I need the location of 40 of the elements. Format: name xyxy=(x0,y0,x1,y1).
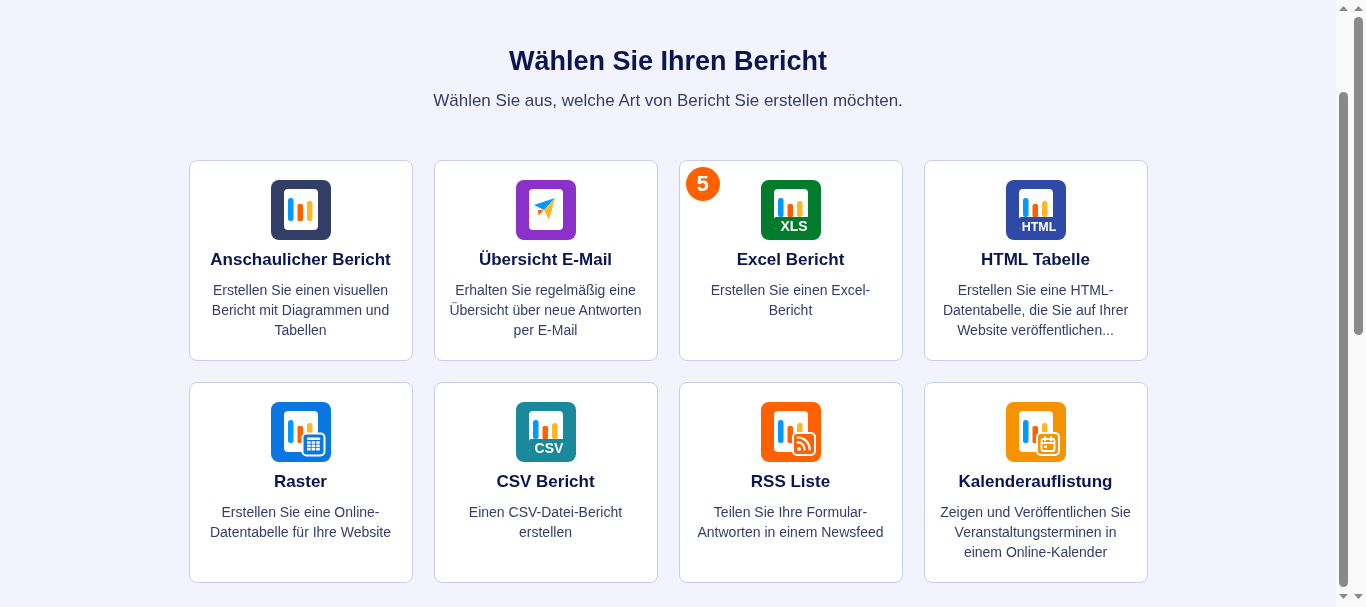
report-card[interactable]: Übersicht E-Mail Erhalten Sie regelmäßig eine Übersicht über neue Antworten per E-Mail xyxy=(433,160,658,361)
card-description: Einen CSV-Datei-Bericht erstellen xyxy=(467,503,624,542)
bar-chart-calendar-icon xyxy=(1005,402,1066,462)
report-card[interactable]: Raster Erstellen Sie eine Online-Datentabelle für Ihre Website xyxy=(188,382,413,583)
bar-chart-rss-icon xyxy=(760,402,821,462)
file-type-label: CSV xyxy=(534,440,563,456)
bar-chart-table-icon xyxy=(270,402,331,462)
card-title: Übersicht E-Mail xyxy=(478,249,613,271)
file-type-label: XLS xyxy=(779,218,808,234)
card-title: CSV Bericht xyxy=(496,471,595,493)
card-title: Kalenderauflistung xyxy=(958,471,1113,493)
card-description: Erstellen Sie eine HTML-Datentabelle, die Sie auf Ihrer Website veröffentlichen... xyxy=(941,281,1130,340)
file-type-label: HTML xyxy=(1021,220,1056,234)
file-chart-icon xyxy=(1005,180,1066,240)
card-description: Teilen Sie Ihre Formular-Antworten in einem Newsfeed xyxy=(696,503,885,542)
card-description: Erstellen Sie einen visuellen Bericht mit Diagrammen und Tabellen xyxy=(210,281,391,340)
report-card[interactable]: HTML HTML Tabelle Erstellen Sie eine HTML-Datentabelle, die Sie auf Ihrer Website veröffentlichen... xyxy=(923,160,1148,361)
file-chart-icon xyxy=(515,402,576,462)
report-card[interactable]: Kalenderauflistung Zeigen und Veröffentlichen Sie Veranstaltungsterminen in einem Online-Kalender xyxy=(923,382,1148,583)
bar-chart-icon xyxy=(270,180,331,240)
report-card[interactable]: CSV CSV Bericht Einen CSV-Datei-Bericht erstellen xyxy=(433,382,658,583)
card-title: Raster xyxy=(274,471,327,493)
card-title: HTML Tabelle xyxy=(981,249,1090,271)
report-card[interactable]: RSS Liste Teilen Sie Ihre Formular-Antworten in einem Newsfeed xyxy=(678,382,903,583)
count-badge: 5 xyxy=(685,167,720,201)
card-description: Erstellen Sie eine Online-Datentabelle für Ihre Website xyxy=(208,503,393,542)
card-title: Excel Bericht xyxy=(736,249,845,271)
report-card[interactable]: 5 XLS Excel Bericht Erstellen Sie einen Excel-Bericht xyxy=(678,160,903,361)
card-description: Erhalten Sie regelmäßig eine Übersicht über neue Antworten per E-Mail xyxy=(448,281,643,340)
page-subtitle: Wählen Sie aus, welche Art von Bericht Sie erstellen möchten. xyxy=(433,90,903,112)
card-title: Anschaulicher Bericht xyxy=(210,249,391,271)
card-title: RSS Liste xyxy=(750,471,831,493)
page-title: Wählen Sie Ihren Bericht xyxy=(508,45,828,78)
card-description: Zeigen und Veröffentlichen Sie Veranstaltungsterminen in einem Online-Kalender xyxy=(939,503,1132,562)
scrollbar-thumb[interactable] xyxy=(1339,92,1348,587)
report-card[interactable]: Anschaulicher Bericht Erstellen Sie einen visuellen Bericht mit Diagrammen und Tabellen xyxy=(188,160,413,361)
scrollbar-thumb[interactable] xyxy=(1354,17,1363,335)
file-chart-icon xyxy=(760,180,821,240)
card-description: Erstellen Sie einen Excel-Bericht xyxy=(709,281,872,320)
paper-plane-icon xyxy=(515,180,576,240)
